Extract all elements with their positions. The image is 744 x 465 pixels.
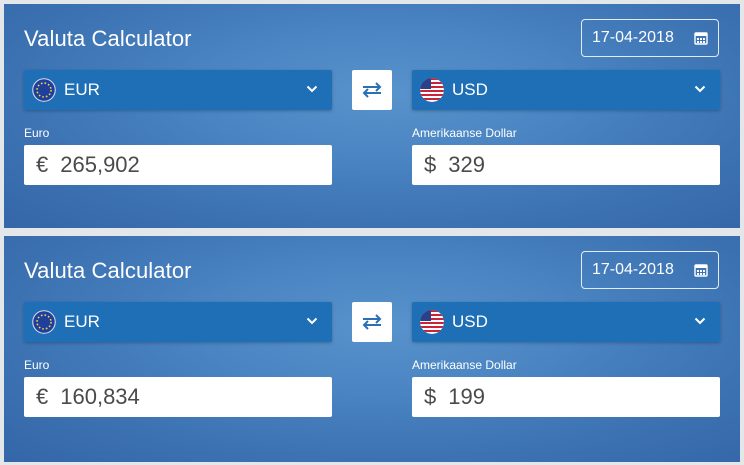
from-currency-label: Euro <box>24 358 50 372</box>
to-currency-code: USD <box>452 80 488 99</box>
calendar-icon <box>694 32 708 45</box>
us-flag-icon <box>420 78 444 102</box>
swap-button[interactable] <box>352 302 392 342</box>
dollar-symbol: $ <box>424 384 437 409</box>
swap-arrows-icon <box>362 82 382 98</box>
chevron-down-icon <box>306 317 318 325</box>
eu-flag-icon <box>32 310 56 334</box>
to-amount-value: 199 <box>448 384 485 409</box>
swap-arrows-icon <box>362 314 382 330</box>
from-currency-label: Euro <box>24 126 50 140</box>
currency-calculator-1: Valuta Calculator 17-04-2018 EUR USD Eur… <box>4 4 740 228</box>
chevron-down-icon <box>694 85 706 93</box>
to-currency-label: Amerikaanse Dollar <box>412 126 517 140</box>
date-picker[interactable]: 17-04-2018 <box>581 19 719 57</box>
from-amount-input[interactable]: € 160,834 <box>24 377 332 417</box>
euro-symbol: € <box>36 152 49 177</box>
to-amount-input[interactable]: $ 329 <box>412 145 720 185</box>
to-currency-label: Amerikaanse Dollar <box>412 358 517 372</box>
currency-calculator-2: Valuta Calculator 17-04-2018 EUR USD Eur… <box>4 236 740 462</box>
swap-button[interactable] <box>352 70 392 110</box>
date-picker[interactable]: 17-04-2018 <box>581 251 719 289</box>
from-currency-code: EUR <box>64 80 100 99</box>
dollar-symbol: $ <box>424 152 437 177</box>
eu-flag-icon <box>32 78 56 102</box>
calculator-title: Valuta Calculator <box>24 26 192 51</box>
date-value: 17-04-2018 <box>592 29 674 46</box>
to-currency-select[interactable]: USD <box>412 70 720 110</box>
to-currency-code: USD <box>452 312 488 331</box>
euro-symbol: € <box>36 384 49 409</box>
chevron-down-icon <box>694 317 706 325</box>
from-currency-select[interactable]: EUR <box>24 302 332 342</box>
to-amount-input[interactable]: $ 199 <box>412 377 720 417</box>
from-currency-code: EUR <box>64 312 100 331</box>
chevron-down-icon <box>306 85 318 93</box>
to-currency-select[interactable]: USD <box>412 302 720 342</box>
from-amount-value: 160,834 <box>60 384 140 409</box>
from-amount-value: 265,902 <box>60 152 140 177</box>
date-value: 17-04-2018 <box>592 261 674 278</box>
calendar-icon <box>694 264 708 277</box>
from-currency-select[interactable]: EUR <box>24 70 332 110</box>
to-amount-value: 329 <box>448 152 485 177</box>
from-amount-input[interactable]: € 265,902 <box>24 145 332 185</box>
calculator-title: Valuta Calculator <box>24 258 192 283</box>
us-flag-icon <box>420 310 444 334</box>
